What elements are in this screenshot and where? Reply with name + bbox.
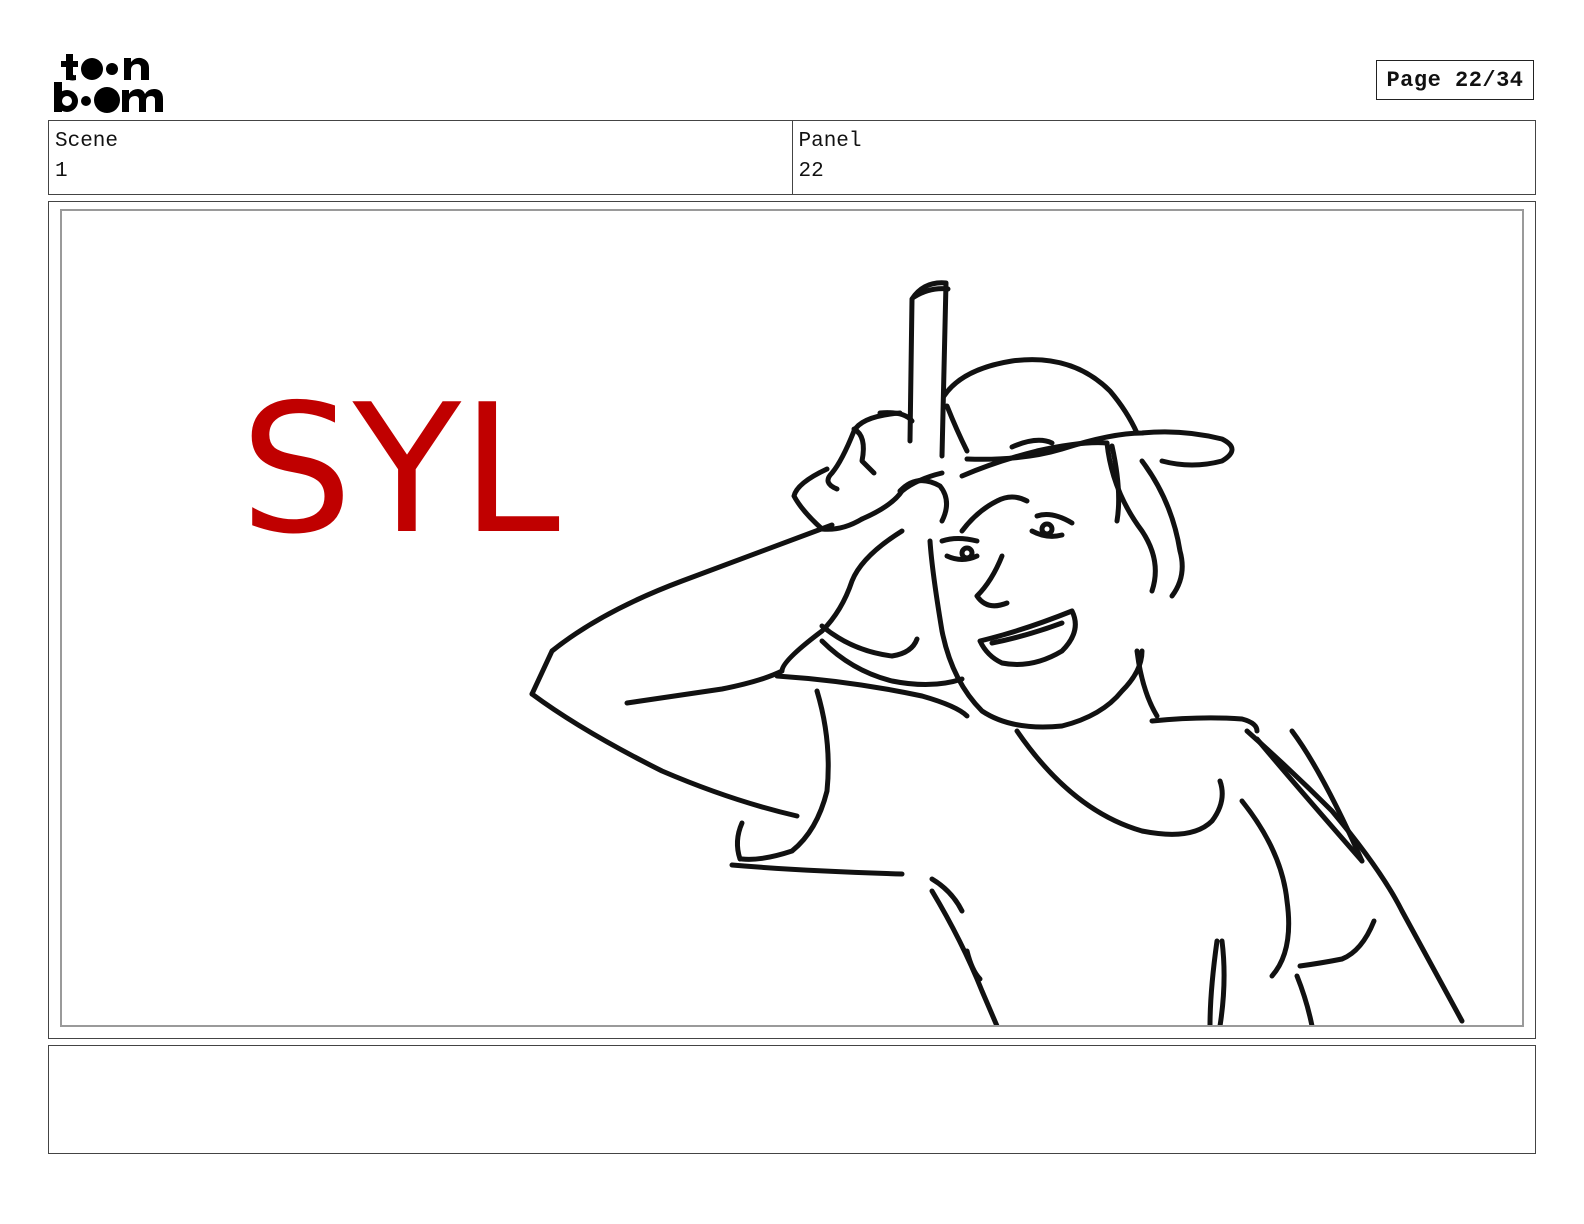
storyboard-drawing-area: SYL [60, 209, 1524, 1027]
character-sketch [529, 280, 1465, 1025]
scene-cell: Scene 1 [49, 121, 792, 194]
scene-panel-header: Scene 1 Panel 22 [48, 120, 1536, 195]
panel-value: 22 [798, 160, 824, 183]
page-indicator: Page 22/34 [1376, 60, 1534, 100]
panel-notes-box [48, 1045, 1536, 1154]
storyboard-panel-frame: SYL [48, 201, 1536, 1039]
toon-boom-logo [52, 50, 167, 114]
panel-label: Panel [798, 130, 862, 153]
panel-cell: Panel 22 [791, 121, 1536, 194]
sketch-caption: SYL [240, 366, 560, 573]
storyboard-sketch: SYL [240, 280, 1465, 1025]
scene-label: Scene [55, 130, 119, 153]
scene-value: 1 [55, 160, 68, 183]
